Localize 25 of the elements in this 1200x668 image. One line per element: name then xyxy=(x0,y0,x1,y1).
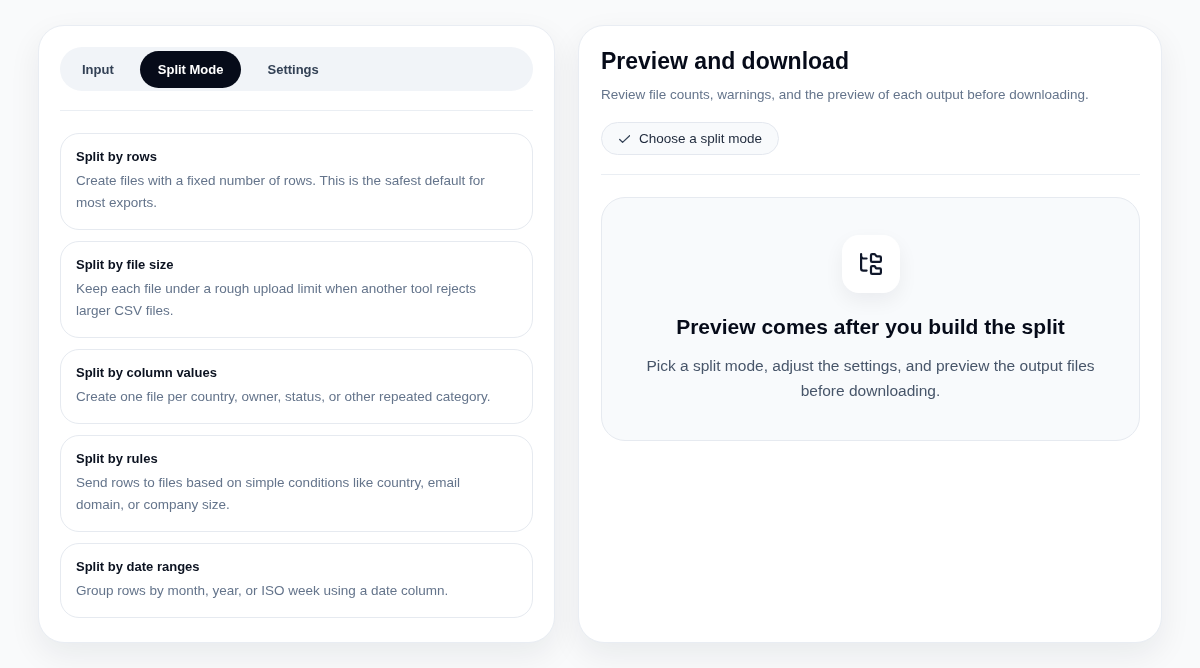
tab[interactable]: Settings xyxy=(249,50,337,88)
mode-title: Split by date ranges xyxy=(76,558,201,576)
mode-description: Send rows to files based on simple conditions like country, email domain, or company size. xyxy=(76,474,461,514)
mode-card[interactable]: Split by rules Send rows to files based on simple conditions like country, email domain, or company size. xyxy=(60,435,533,532)
mode-title: Split by rules xyxy=(76,450,159,468)
mode-description: Create files with a fixed number of rows. This is the safest default for most exports. xyxy=(76,172,486,212)
mode-title: Split by file size xyxy=(76,256,175,274)
mode-card[interactable]: Split by file size Keep each file under a rough upload limit when another tool rejects larger CSV files. xyxy=(60,241,533,338)
tab[interactable]: Input xyxy=(64,50,132,88)
status-label: Choose a split mode xyxy=(639,131,763,146)
tab[interactable]: Split Mode xyxy=(139,50,242,88)
mode-description: Keep each file under a rough upload limit when another tool rejects larger CSV files. xyxy=(76,280,477,320)
check-icon xyxy=(619,134,630,143)
empty-state-heading: Preview comes after you build the split xyxy=(676,314,1065,340)
mode-card[interactable]: Split by date ranges Group rows by month, year, or ISO week using a date column. xyxy=(60,543,533,618)
mode-card[interactable]: Split by rows Create files with a fixed number of rows. This is the safest default for most exports. xyxy=(60,133,533,230)
panel-subtitle: Review file counts, warnings, and the preview of each output before downloading. xyxy=(601,86,1090,104)
folder-tree-icon xyxy=(841,235,900,293)
mode-description: Group rows by month, year, or ISO week using a date column. xyxy=(76,582,450,600)
empty-state-text: Pick a split mode, adjust the settings, and preview the output files before downloading. xyxy=(645,356,1096,401)
mode-card[interactable]: Split by column values Create one file per country, owner, status, or other repeated category. xyxy=(60,349,533,424)
mode-description: Create one file per country, owner, status, or other repeated category. xyxy=(76,388,492,406)
mode-title: Split by column values xyxy=(76,364,218,382)
mode-title: Split by rows xyxy=(76,148,158,166)
panel-title: Preview and download xyxy=(601,47,850,75)
